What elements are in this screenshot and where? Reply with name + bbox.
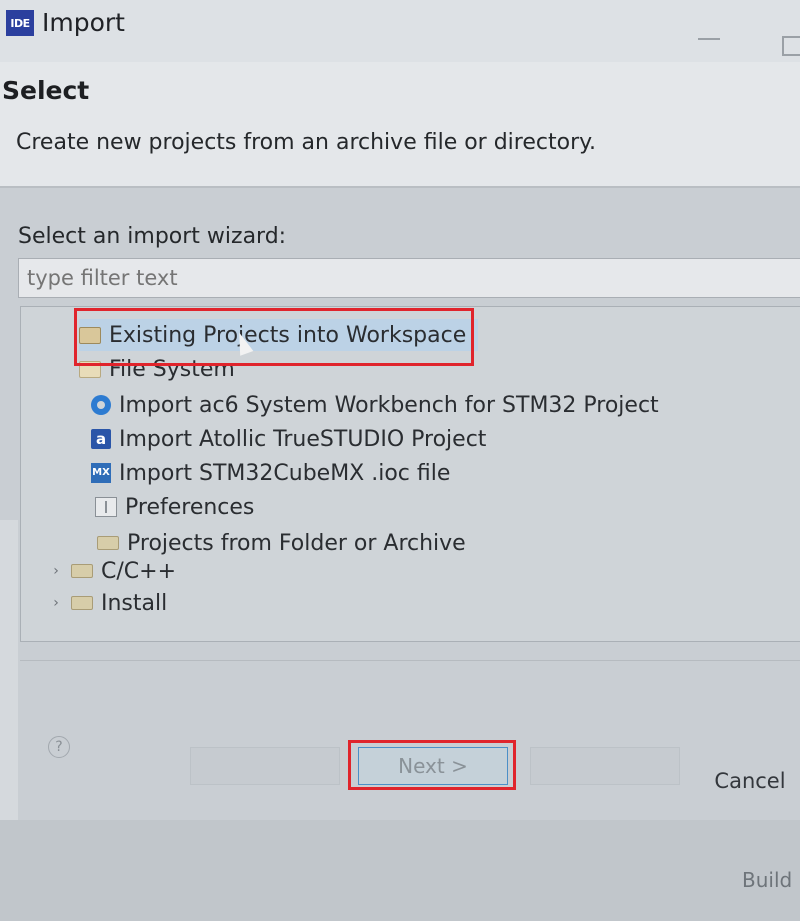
tree-item-label: Projects from Folder or Archive [127, 530, 466, 556]
finish-button[interactable] [530, 747, 680, 785]
back-button[interactable] [190, 747, 340, 785]
maximize-button[interactable] [782, 36, 800, 56]
tree-item-label: Import STM32CubeMX .ioc file [119, 460, 451, 486]
folder-icon [71, 596, 93, 610]
ac6-icon [91, 395, 111, 415]
import-wizard-label: Select an import wizard: [18, 224, 287, 249]
title-bar: IDE Import [0, 0, 800, 62]
page-description: Create new projects from an archive file… [16, 130, 596, 155]
tree-item-label: C/C++ [101, 558, 177, 584]
expand-arrow-icon[interactable]: › [49, 563, 63, 579]
folder-icon [71, 564, 93, 578]
tree-item-label: Install [101, 590, 168, 616]
tree-item-label: Preferences [125, 494, 255, 520]
wizard-header: Select Create new projects from an archi… [0, 62, 800, 186]
tree-item-atollic[interactable]: a Import Atollic TrueSTUDIO Project [91, 423, 486, 455]
tree-item-install[interactable]: › Install [49, 587, 167, 619]
tree-item-label: Import ac6 System Workbench for STM32 Pr… [119, 392, 659, 418]
tree-item-preferences[interactable]: Preferences [95, 491, 254, 523]
folder-icon [97, 536, 119, 550]
tree-item-stm32cubemx[interactable]: MX Import STM32CubeMX .ioc file [91, 457, 450, 489]
page-title: Select [2, 76, 90, 105]
cancel-button[interactable]: Cancel [700, 762, 800, 800]
app-icon: IDE [6, 10, 34, 36]
highlight-annotation-box [74, 308, 474, 366]
stm32cubemx-icon: MX [91, 463, 111, 483]
background-window-area [0, 820, 800, 921]
expand-arrow-icon[interactable]: › [49, 595, 63, 611]
button-bar-divider [20, 660, 800, 661]
tree-item-cpp[interactable]: › C/C++ [49, 555, 176, 587]
atollic-icon: a [91, 429, 111, 449]
preferences-icon [95, 497, 117, 517]
window-title: Import [42, 8, 125, 37]
tree-item-label: Import Atollic TrueSTUDIO Project [119, 426, 487, 452]
minimize-button[interactable] [698, 38, 720, 40]
help-icon[interactable]: ? [48, 736, 70, 758]
header-divider [0, 186, 800, 188]
build-status-text: Build [742, 868, 793, 892]
highlight-annotation-box [348, 740, 516, 790]
filter-input[interactable] [18, 258, 800, 298]
tree-item-ac6[interactable]: Import ac6 System Workbench for STM32 Pr… [91, 389, 659, 421]
background-editor-strip [0, 520, 18, 820]
